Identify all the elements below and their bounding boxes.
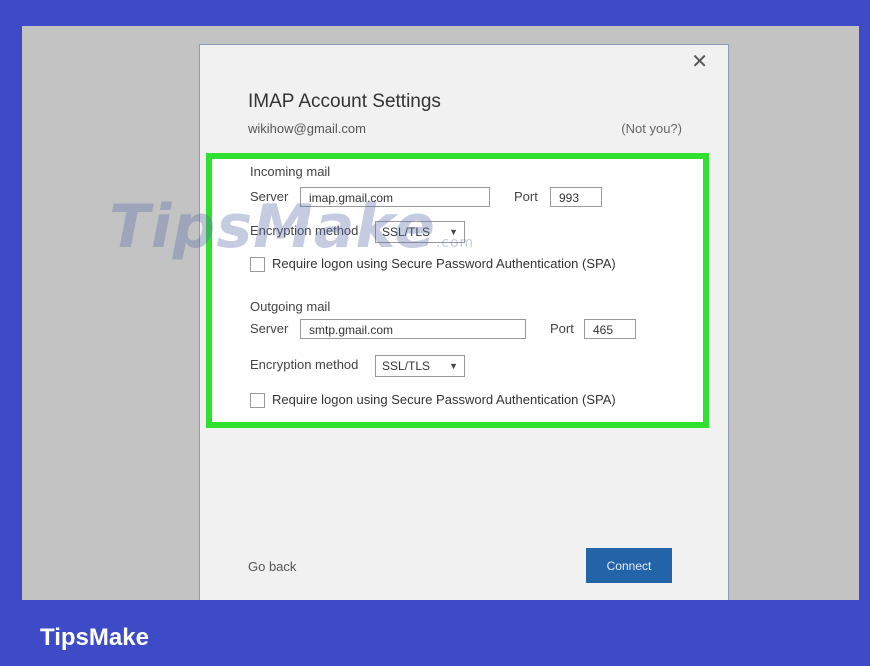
incoming-spa-label: Require logon using Secure Password Auth… — [272, 256, 616, 271]
brand-logo-text: TipsMake — [40, 624, 149, 651]
outgoing-spa-label: Require logon using Secure Password Auth… — [272, 392, 616, 407]
outgoing-port-label: Port — [550, 321, 574, 336]
incoming-port-input[interactable]: 993 — [550, 187, 602, 207]
outgoing-encryption-select[interactable]: SSL/TLS ▼ — [375, 355, 465, 377]
account-email: wikihow@gmail.com — [248, 121, 366, 136]
imap-settings-dialog: ✕ IMAP Account Settings wikihow@gmail.co… — [199, 44, 729, 600]
screenshot-frame: ✕ IMAP Account Settings wikihow@gmail.co… — [22, 26, 859, 600]
connect-button[interactable]: Connect — [586, 548, 672, 583]
outgoing-server-label: Server — [250, 321, 289, 336]
outgoing-encryption-label: Encryption method — [250, 357, 359, 372]
incoming-port-label: Port — [514, 189, 538, 204]
incoming-mail-heading: Incoming mail — [250, 164, 331, 179]
incoming-encryption-label: Encryption method — [250, 223, 359, 238]
outgoing-server-input[interactable]: smtp.gmail.com — [300, 319, 526, 339]
incoming-server-label: Server — [250, 189, 289, 204]
dialog-title: IMAP Account Settings — [248, 91, 441, 112]
outgoing-port-input[interactable]: 465 — [584, 319, 636, 339]
server-settings-panel: Incoming mail Server imap.gmail.com Port… — [206, 153, 709, 428]
incoming-spa-checkbox[interactable] — [250, 257, 265, 272]
incoming-encryption-select[interactable]: SSL/TLS ▼ — [375, 221, 465, 243]
incoming-encryption-value: SSL/TLS — [382, 225, 431, 239]
incoming-server-input[interactable]: imap.gmail.com — [300, 187, 490, 207]
chevron-down-icon: ▼ — [449, 361, 458, 371]
go-back-link[interactable]: Go back — [248, 559, 296, 574]
chevron-down-icon: ▼ — [449, 227, 458, 237]
close-icon[interactable]: ✕ — [691, 51, 708, 73]
not-you-link[interactable]: (Not you?) — [621, 121, 682, 136]
outgoing-spa-checkbox[interactable] — [250, 393, 265, 408]
outgoing-mail-heading: Outgoing mail — [250, 299, 331, 314]
outgoing-encryption-value: SSL/TLS — [382, 359, 431, 373]
